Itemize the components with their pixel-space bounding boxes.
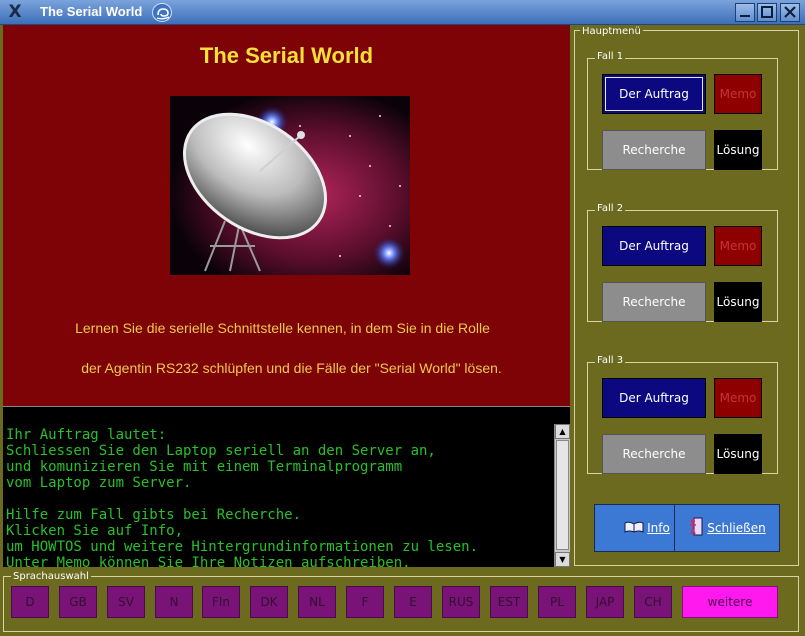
language-button-n[interactable]: N	[155, 586, 193, 618]
case-2-group: Der Auftrag Memo Recherche Lösung	[587, 210, 778, 322]
scroll-up-arrow-icon[interactable]: ▲	[555, 424, 570, 439]
close-window-button[interactable]	[780, 3, 800, 22]
text-line: Schliessen Sie den Laptop seriell an den…	[6, 443, 436, 459]
window-titlebar: X The Serial World	[0, 0, 805, 25]
language-button-f[interactable]: F	[346, 586, 384, 618]
mission-text-area[interactable]: Ihr Auftrag lautet: Schliessen Sie den L…	[3, 424, 554, 567]
satellite-dish-graphic	[170, 96, 410, 275]
case-3-group: Der Auftrag Memo Recherche Lösung	[587, 362, 778, 474]
case-2-memo-button[interactable]: Memo	[714, 226, 762, 266]
case-3-memo-button[interactable]: Memo	[714, 378, 762, 418]
exit-door-icon	[690, 517, 703, 536]
language-button-fin[interactable]: FIn	[202, 586, 240, 618]
window-title: The Serial World	[40, 4, 143, 19]
case-3-solution-button[interactable]: Lösung	[714, 434, 762, 474]
language-button-dk[interactable]: DK	[250, 586, 288, 618]
case-2-label: Fall 2	[595, 203, 626, 215]
scroll-down-arrow-icon[interactable]: ▼	[555, 552, 570, 567]
intro-text-line-1: Lernen Sie die serielle Schnittstelle ke…	[75, 320, 490, 336]
language-button-pl[interactable]: PL	[538, 586, 576, 618]
case-1-research-button[interactable]: Recherche	[602, 130, 706, 170]
case-2-order-button[interactable]: Der Auftrag	[602, 226, 706, 266]
case-3-order-button[interactable]: Der Auftrag	[602, 378, 706, 418]
language-button-sv[interactable]: SV	[107, 586, 145, 618]
maximize-button[interactable]	[757, 3, 777, 22]
text-line	[6, 491, 478, 507]
language-button-gb[interactable]: GB	[59, 586, 97, 618]
case-3-label: Fall 3	[595, 355, 626, 367]
x-logo-icon[interactable]: X	[5, 2, 25, 22]
case-2-solution-button[interactable]: Lösung	[714, 282, 762, 322]
text-line: vom Laptop zum Server.	[6, 475, 192, 491]
close-icon	[784, 6, 796, 18]
satellite-dish-image	[170, 96, 410, 275]
case-3-research-button[interactable]: Recherche	[602, 434, 706, 474]
text-line: Unter Memo können Sie Ihre Notizen aufsc…	[6, 555, 411, 567]
minimize-icon	[740, 15, 750, 17]
case-1-memo-button[interactable]: Memo	[714, 74, 762, 114]
language-button-ch[interactable]: CH	[634, 586, 672, 618]
language-button-nl[interactable]: NL	[298, 586, 336, 618]
book-icon	[624, 521, 644, 533]
text-line: um HOWTOS und weitere Hintergrundinforma…	[6, 539, 479, 555]
content-panel: The Serial World Lernen Sie die serielle…	[3, 25, 570, 406]
case-2-research-button[interactable]: Recherche	[602, 282, 706, 322]
language-button-est[interactable]: EST	[490, 586, 528, 618]
maximize-icon	[761, 6, 773, 18]
close-app-button[interactable]: Schließen	[674, 504, 780, 552]
minimize-button[interactable]	[735, 3, 755, 22]
case-1-solution-button[interactable]: Lösung	[714, 130, 762, 170]
close-app-label: Schließen	[707, 521, 766, 535]
language-button-jap[interactable]: JAP	[586, 586, 624, 618]
swirl-graphic	[156, 8, 170, 20]
vertical-scrollbar[interactable]: ▲ ▼	[554, 424, 570, 567]
case-1-label: Fall 1	[595, 51, 626, 63]
main-menu-title: Hauptmenü	[580, 26, 643, 38]
text-line: Ihr Auftrag lautet:	[6, 427, 167, 443]
language-button-d[interactable]: D	[11, 586, 49, 618]
case-1-group: Der Auftrag Memo Recherche Lösung	[587, 58, 778, 170]
page-title: The Serial World	[199, 43, 374, 68]
info-button-label: Info	[647, 521, 670, 535]
text-line: Hilfe zum Fall gibts bei Recherche.	[6, 507, 302, 523]
text-line: und komunizieren Sie mit einem Terminalp…	[6, 459, 403, 475]
language-button-e[interactable]: E	[394, 586, 432, 618]
text-line: Klicken Sie auf Info,	[6, 523, 184, 539]
divider	[3, 406, 570, 424]
swirl-icon[interactable]	[152, 3, 172, 22]
intro-text-line-2: der Agentin RS232 schlüpfen und die Fäll…	[81, 360, 502, 376]
more-languages-button[interactable]: weitere	[682, 586, 778, 618]
scrollbar-thumb[interactable]	[556, 440, 569, 550]
case-1-order-button[interactable]: Der Auftrag	[602, 74, 706, 114]
language-selection-title: Sprachauswahl	[11, 571, 91, 583]
language-button-rus[interactable]: RUS	[442, 586, 480, 618]
